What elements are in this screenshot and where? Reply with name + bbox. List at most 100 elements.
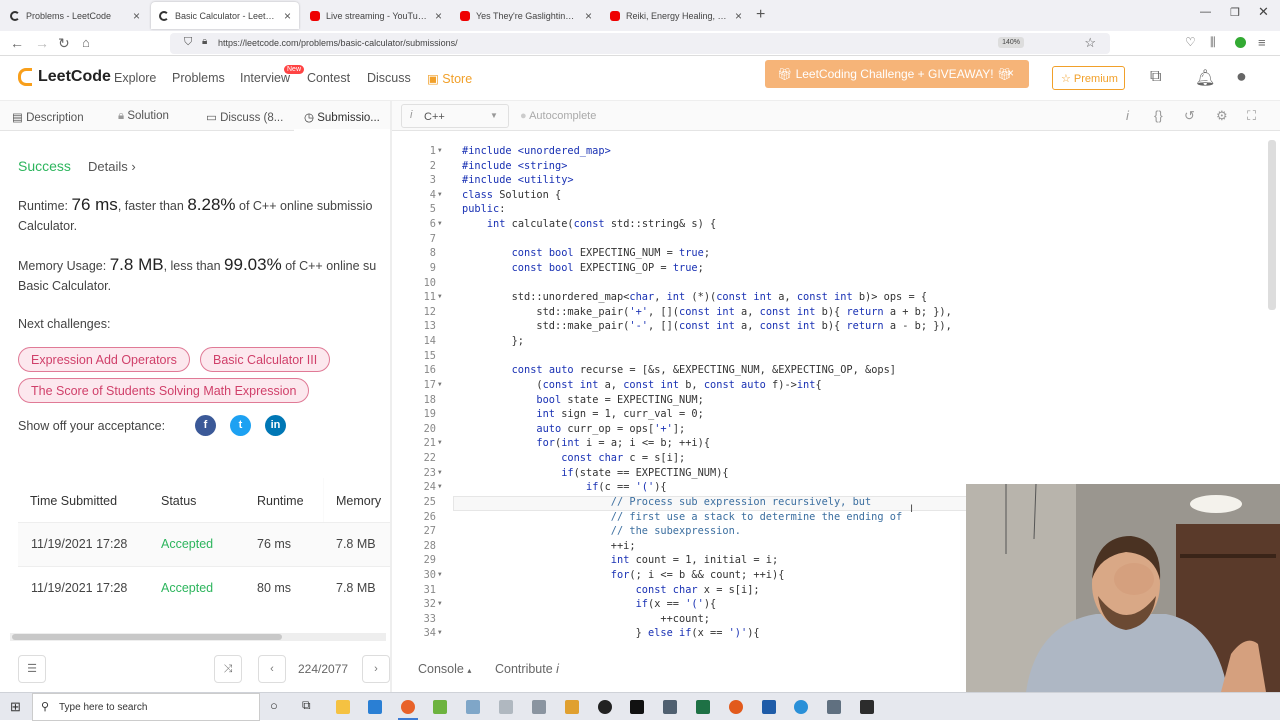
code-line[interactable]: 14 }; [400, 334, 1260, 349]
avatar-icon[interactable]: ● [1236, 66, 1247, 87]
challenge-score-of-students[interactable]: The Score of Students Solving Math Expre… [18, 378, 310, 403]
linkedin-icon[interactable]: in [265, 415, 286, 436]
details-link[interactable]: Details › [88, 159, 136, 174]
new-tab-icon[interactable]: + [756, 6, 765, 24]
close-tab-icon[interactable]: × [585, 9, 592, 23]
code-line[interactable]: 1 ▼ #include <unordered_map> [400, 144, 1260, 159]
forward-icon[interactable]: → [35, 35, 49, 51]
fold-arrow-icon[interactable]: ▼ [438, 378, 442, 393]
cortana-icon[interactable]: ○ [270, 698, 278, 713]
code-line[interactable]: 5 public: [400, 202, 1260, 217]
nav-store[interactable]: ▣ Store [427, 71, 472, 86]
excel-icon[interactable] [696, 700, 710, 714]
fold-arrow-icon[interactable]: ▼ [438, 217, 442, 232]
pocket-icon[interactable]: ♡ [1185, 35, 1196, 49]
cell-status[interactable]: Accepted [161, 581, 213, 595]
fold-arrow-icon[interactable]: ▼ [438, 597, 442, 612]
obs-icon[interactable] [598, 700, 612, 714]
app-icon[interactable] [827, 700, 841, 714]
code-line[interactable]: 22 const char c = s[i]; [400, 451, 1260, 466]
code-line[interactable]: 6 ▼ int calculate(const std::string& s) { [400, 217, 1260, 232]
edge-icon[interactable] [794, 700, 808, 714]
browser-tab-active[interactable]: Basic Calculator - LeetCode × [151, 2, 299, 29]
code-line[interactable]: 9 const bool EXPECTING_OP = true; [400, 261, 1260, 276]
taskbar-search-box[interactable]: ⚲ Type here to search [32, 693, 260, 721]
code-line[interactable]: 18 bool state = EXPECTING_NUM; [400, 393, 1260, 408]
nav-interview[interactable]: Interview [240, 71, 290, 85]
extension-icon[interactable] [1235, 37, 1246, 48]
menu-icon[interactable]: ≡ [1258, 35, 1266, 50]
settings-gear-icon[interactable]: ⚙ [1216, 108, 1228, 124]
cell-status[interactable]: Accepted [161, 537, 213, 551]
vscode-icon[interactable] [368, 700, 382, 714]
close-tab-icon[interactable]: × [284, 9, 291, 23]
notepadpp-icon[interactable] [433, 700, 447, 714]
code-line[interactable]: 4 ▼ class Solution { [400, 188, 1260, 203]
task-view-icon[interactable]: ⧉ [302, 698, 311, 713]
problem-list-icon[interactable]: ☰ [18, 655, 46, 683]
app-icon[interactable] [565, 700, 579, 714]
close-banner-icon[interactable]: × [1007, 66, 1014, 80]
playground-icon[interactable]: ⧉ [1150, 68, 1161, 86]
app-icon[interactable] [466, 700, 480, 714]
notification-bell-icon[interactable]: 🔔︎ [1195, 68, 1215, 88]
panel-splitter[interactable] [390, 101, 392, 692]
terminal-icon[interactable] [860, 700, 874, 714]
fold-arrow-icon[interactable]: ▼ [438, 290, 442, 305]
code-line[interactable]: 17 ▼ (const int a, const int b, const aut… [400, 378, 1260, 393]
code-line[interactable]: 20 auto curr_op = ops['+']; [400, 422, 1260, 437]
browser-tab[interactable]: Yes They're Gaslighting You, an... × [452, 2, 600, 29]
address-bar[interactable]: ⛉ 🔒︎ https://leetcode.com/problems/basic… [170, 33, 1110, 54]
powershell-icon[interactable] [762, 700, 776, 714]
twitter-icon[interactable]: t [230, 415, 251, 436]
file-explorer-icon[interactable] [336, 700, 350, 714]
code-line[interactable]: 15 [400, 349, 1260, 364]
fold-arrow-icon[interactable]: ▼ [438, 626, 442, 641]
shuffle-icon[interactable]: ⤨ [214, 655, 242, 683]
fullscreen-icon[interactable]: ⛶ [1247, 108, 1256, 124]
reset-code-icon[interactable]: ↺ [1184, 108, 1195, 124]
editor-scrollbar[interactable] [1268, 140, 1276, 310]
horizontal-scrollbar[interactable] [10, 633, 386, 641]
code-line[interactable]: 8 const bool EXPECTING_NUM = true; [400, 246, 1260, 261]
language-select[interactable]: i C++ ▼ [401, 104, 509, 128]
app-icon[interactable] [499, 700, 513, 714]
code-line[interactable]: 7 [400, 232, 1260, 247]
fold-arrow-icon[interactable]: ▼ [438, 144, 442, 159]
nav-contest[interactable]: Contest [307, 71, 350, 85]
nav-problems[interactable]: Problems [172, 71, 225, 85]
windows-start-icon[interactable]: ⊞ [10, 699, 21, 715]
code-line[interactable]: 21 ▼ for(int i = a; i <= b; ++i){ [400, 436, 1260, 451]
challenge-expression-add-operators[interactable]: Expression Add Operators [18, 347, 190, 372]
fold-arrow-icon[interactable]: ▼ [438, 188, 442, 203]
code-line[interactable]: 2 #include <string> [400, 159, 1260, 174]
tab-discuss[interactable]: ▭ Discuss (8... [206, 110, 283, 124]
fold-arrow-icon[interactable]: ▼ [438, 436, 442, 451]
contribute-button[interactable]: Contribute i [495, 662, 559, 676]
home-icon[interactable]: ⌂ [82, 35, 90, 50]
reload-icon[interactable]: ↻ [58, 35, 70, 52]
close-window-icon[interactable]: ✕ [1258, 4, 1269, 20]
browser-tab[interactable]: Live streaming - YouTube Studio × [302, 2, 450, 29]
table-row[interactable]: 11/19/2021 17:28 Accepted 76 ms 7.8 MB [18, 522, 390, 566]
tab-submissions[interactable]: ◷ Submissio... [304, 110, 380, 124]
table-row[interactable]: 11/19/2021 17:28 Accepted 80 ms 7.8 MB [18, 566, 390, 610]
fold-arrow-icon[interactable]: ▼ [438, 480, 442, 495]
library-icon[interactable]: ⫼ [1210, 35, 1216, 50]
facebook-icon[interactable]: f [195, 415, 216, 436]
browser-tab[interactable]: Problems - LeetCode × [2, 2, 148, 29]
code-line[interactable]: 19 int sign = 1, curr_val = 0; [400, 407, 1260, 422]
leetcode-logo[interactable]: LeetCode [18, 68, 111, 86]
zoom-level[interactable]: 140% [998, 37, 1024, 48]
fold-arrow-icon[interactable]: ▼ [438, 568, 442, 583]
tab-solution[interactable]: 🔒︎ Solution [118, 110, 169, 123]
restore-icon[interactable]: ❐ [1230, 6, 1240, 19]
next-problem-icon[interactable]: › [362, 655, 390, 683]
info-icon[interactable]: i [1126, 108, 1129, 123]
browser-tab[interactable]: Reiki, Energy Healing, & "Laying... × [602, 2, 750, 29]
minimize-icon[interactable]: — [1200, 6, 1211, 18]
code-line[interactable]: 16 const auto recurse = [&s, &EXPECTING_… [400, 363, 1260, 378]
firefox-icon[interactable] [401, 700, 415, 714]
code-line[interactable]: 13 std::make_pair('-', [](const int a, c… [400, 319, 1260, 334]
close-tab-icon[interactable]: × [435, 9, 442, 23]
